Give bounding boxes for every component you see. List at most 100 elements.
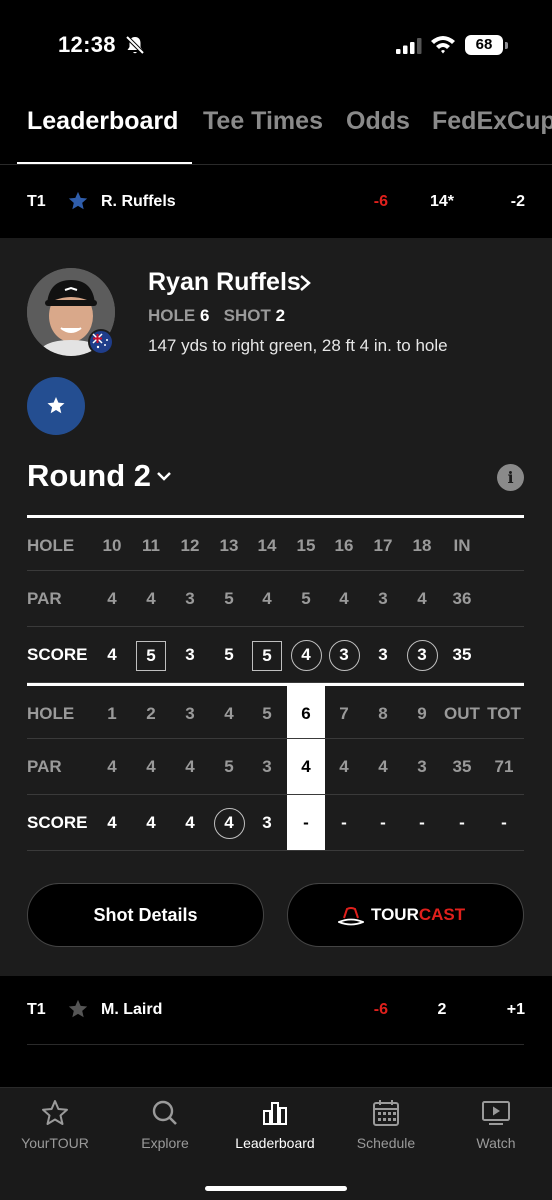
play-icon xyxy=(482,1101,510,1125)
leaderboard-row[interactable]: T1 M. Laird -6 2 +1 xyxy=(0,976,552,1048)
hole-cell: 3 xyxy=(185,704,195,723)
thru: 14* xyxy=(429,193,455,210)
tab-schedule[interactable]: Schedule xyxy=(331,1088,441,1168)
status-bar: 12:38 68 xyxy=(0,0,552,90)
active-tab-underline xyxy=(17,162,192,164)
par-cell: 4 xyxy=(185,757,195,776)
tab-leaderboard-nav[interactable]: Leaderboard xyxy=(220,1088,330,1168)
top-tabs: Leaderboard Tee Times Odds FedExCup xyxy=(0,95,552,165)
par-cell: 4 xyxy=(107,757,117,776)
front-nine-par-row: PAR 4 4 4 5 3 4 4 4 3 35 71 xyxy=(27,739,524,795)
hole-cell: 13 xyxy=(219,536,239,555)
back-nine-score-row: SCORE 4 5 3 5 5 4 3 3 3 35 xyxy=(27,627,524,683)
total-score: -6 xyxy=(373,193,388,210)
score-cell: 3 xyxy=(378,645,388,664)
par-in-cell: 36 xyxy=(452,589,472,608)
shot-details-button[interactable]: Shot Details xyxy=(27,883,264,947)
info-icon[interactable]: i xyxy=(497,464,524,491)
bottom-tab-bar: YourTOUR Explore Leaderboard Schedule Wa… xyxy=(0,1087,552,1200)
score-cell-birdie: 4 xyxy=(289,627,323,683)
hole-cell: 7 xyxy=(339,704,349,723)
favorite-star-icon[interactable] xyxy=(67,998,89,1020)
tab-tee-times[interactable]: Tee Times xyxy=(203,107,323,136)
tab-leaderboard[interactable]: Leaderboard xyxy=(27,107,178,136)
par-cell: 4 xyxy=(378,757,388,776)
favorite-button[interactable] xyxy=(27,377,85,435)
player-full-name[interactable]: Ryan Ruffels xyxy=(148,268,301,297)
tab-label: Watch xyxy=(476,1135,516,1151)
score-cell: 4 xyxy=(107,645,117,664)
row-label: HOLE xyxy=(27,536,75,555)
current-score-cell: - xyxy=(303,813,309,832)
star-icon xyxy=(47,397,65,414)
hole-cell: 5 xyxy=(262,704,272,723)
tourcast-button[interactable]: TOURCAST xyxy=(287,883,524,947)
hole-cell: 18 xyxy=(412,536,432,555)
tab-label: YourTOUR xyxy=(21,1135,89,1151)
par-tot-cell: 71 xyxy=(494,757,514,776)
tab-odds[interactable]: Odds xyxy=(346,107,410,136)
row-label: PAR xyxy=(27,589,62,608)
row-divider xyxy=(27,1044,524,1045)
in-cell: IN xyxy=(453,536,471,555)
calendar-icon xyxy=(373,1100,399,1126)
leaderboard-row[interactable]: T1 R. Ruffels -6 14* -2 xyxy=(0,168,552,240)
hole-shot-line: HOLE 6 SHOT 2 xyxy=(148,306,285,326)
hole-cell: 15 xyxy=(296,536,316,555)
score-cell: 4 xyxy=(146,813,156,832)
par-cell: 3 xyxy=(185,589,195,608)
par-cell: 4 xyxy=(262,589,272,608)
par-cell: 4 xyxy=(146,757,156,776)
position: T1 xyxy=(27,193,46,210)
back-nine-hole-row: HOLE 10 11 12 13 14 15 16 17 18 IN xyxy=(27,515,524,571)
score-cell: 3 xyxy=(262,813,272,832)
scorecard: HOLE 10 11 12 13 14 15 16 17 18 IN PAR 4… xyxy=(27,515,524,851)
hole-cell: 14 xyxy=(257,536,277,555)
score-cell: 4 xyxy=(185,813,195,832)
score-tot-cell: - xyxy=(501,813,507,832)
hole-cell: 17 xyxy=(373,536,393,555)
par-cell: 5 xyxy=(224,589,234,608)
tab-fedexcup[interactable]: FedExCup xyxy=(432,107,552,136)
hole-cell: 2 xyxy=(146,704,156,723)
tourcast-label: TOURCAST xyxy=(371,905,466,924)
out-cell: OUT xyxy=(444,704,480,723)
silent-bell-icon xyxy=(125,35,145,55)
favorite-star-icon[interactable] xyxy=(67,190,89,212)
thru: 2 xyxy=(437,1001,447,1018)
par-out-cell: 35 xyxy=(452,757,472,776)
tab-watch[interactable]: Watch xyxy=(441,1088,551,1168)
front-nine-score-row: SCORE 4 4 4 4 3 - - - - - - xyxy=(27,795,524,851)
tab-explore[interactable]: Explore xyxy=(110,1088,220,1168)
score-cell-birdie: 3 xyxy=(327,627,361,683)
score-cell: 5 xyxy=(224,645,234,664)
status-time: 12:38 xyxy=(58,32,116,57)
par-cell: 3 xyxy=(378,589,388,608)
star-icon xyxy=(42,1100,68,1125)
score-cell-birdie: 4 xyxy=(212,795,246,851)
chevron-down-icon[interactable] xyxy=(156,470,172,482)
home-indicator xyxy=(205,1186,347,1191)
current-hole-cell: 6 xyxy=(301,704,311,723)
front-nine-hole-row: HOLE 1 2 3 4 5 6 7 8 9 OUT TOT xyxy=(27,683,524,739)
front-nine-section: HOLE 1 2 3 4 5 6 7 8 9 OUT TOT PAR 4 4 4… xyxy=(27,683,524,851)
shot-number: 2 xyxy=(275,306,286,325)
row-label: PAR xyxy=(27,757,62,776)
par-cell: 4 xyxy=(107,589,117,608)
round-selector[interactable]: Round 2 xyxy=(27,458,151,494)
hole-cell: 11 xyxy=(142,536,160,555)
hole-cell: 12 xyxy=(180,536,200,555)
row-label: SCORE xyxy=(27,813,88,832)
par-cell: 5 xyxy=(301,589,311,608)
score-cell: 3 xyxy=(185,645,195,664)
par-cell: 5 xyxy=(224,757,234,776)
par-cell: 3 xyxy=(417,757,427,776)
position: T1 xyxy=(27,1001,46,1018)
tot-cell: TOT xyxy=(487,704,521,723)
hole-cell: 16 xyxy=(334,536,354,555)
tab-yourtour[interactable]: YourTOUR xyxy=(0,1088,110,1168)
par-cell: 4 xyxy=(339,757,349,776)
chevron-right-icon[interactable] xyxy=(298,274,312,292)
score-cell-bogey: 5 xyxy=(250,627,284,683)
row-label: HOLE xyxy=(27,704,75,723)
